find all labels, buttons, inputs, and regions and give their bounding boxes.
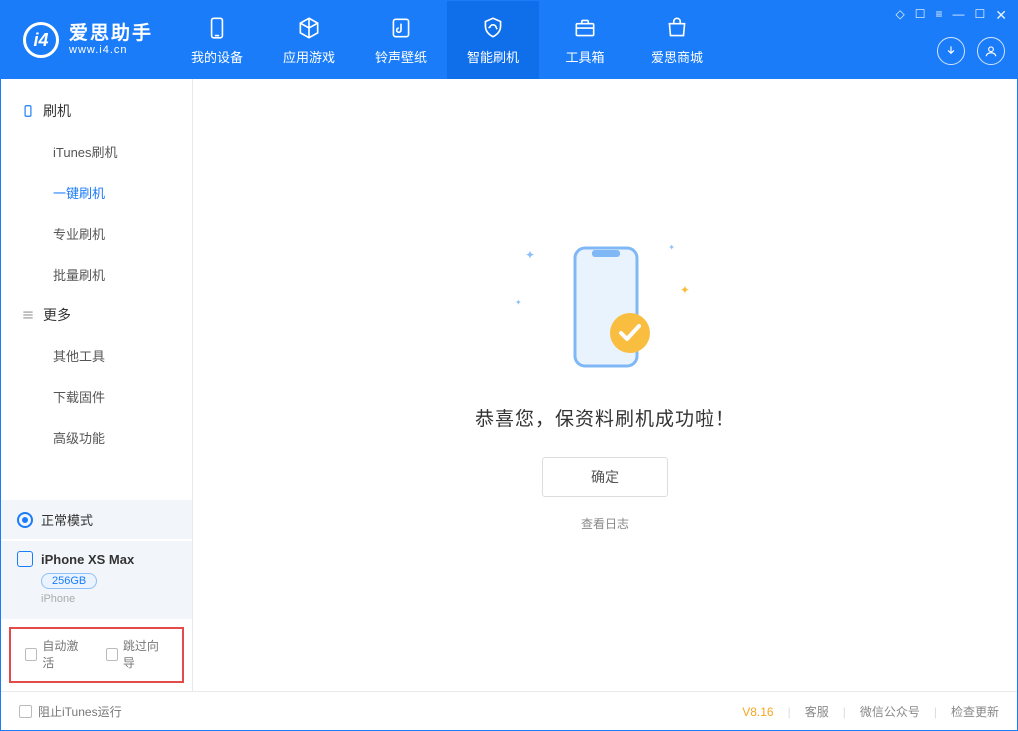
store-icon (664, 15, 690, 41)
tab-my-device-label: 我的设备 (191, 47, 243, 66)
sidebar-group-more-label: 更多 (43, 305, 71, 325)
user-button[interactable] (977, 37, 1005, 65)
result-title: 恭喜您，保资料刷机成功啦！ (475, 404, 735, 431)
tab-smart-flash-label: 智能刷机 (467, 47, 519, 66)
phone-outline-icon (21, 104, 35, 118)
checkbox-icon (19, 705, 32, 718)
sidebar-group-more[interactable]: 更多 (1, 295, 192, 335)
sidebar-item-advanced[interactable]: 高级功能 (1, 417, 192, 458)
logo: i4 爱思助手 www.i4.cn (1, 22, 171, 58)
app-name: 爱思助手 (69, 24, 153, 44)
checkbox-block-itunes[interactable]: 阻止iTunes运行 (19, 703, 122, 720)
download-button[interactable] (937, 37, 965, 65)
status-dot-icon (17, 512, 33, 528)
device-icon (17, 551, 33, 567)
sidebar-item-download-fw[interactable]: 下载固件 (1, 376, 192, 417)
close-button[interactable]: ✕ (995, 7, 1007, 24)
app-url: www.i4.cn (69, 44, 153, 56)
checkbox-icon (106, 648, 118, 661)
sidebar-item-itunes-flash[interactable]: iTunes刷机 (1, 131, 192, 172)
maximize-button[interactable]: ☐ (975, 7, 986, 24)
tab-my-device[interactable]: 我的设备 (171, 1, 263, 79)
shirt-icon[interactable]: ◇ (895, 7, 904, 24)
tab-ringtones-label: 铃声壁纸 (375, 47, 427, 66)
list-icon (21, 308, 35, 322)
toolbox-icon (572, 15, 598, 41)
tab-apps-games[interactable]: 应用游戏 (263, 1, 355, 79)
sidebar-item-other-tools[interactable]: 其他工具 (1, 335, 192, 376)
checkbox-skip-guide[interactable]: 跳过向导 (106, 637, 169, 671)
menu-icon[interactable]: ≡ (935, 7, 942, 24)
header: i4 爱思助手 www.i4.cn 我的设备 应用游戏 铃声壁纸 智能刷机 工具… (1, 1, 1017, 79)
device-mode[interactable]: 正常模式 (1, 500, 192, 539)
tab-toolbox-label: 工具箱 (566, 47, 605, 66)
minimize-button[interactable]: — (953, 7, 965, 24)
nav-tabs: 我的设备 应用游戏 铃声壁纸 智能刷机 工具箱 爱思商城 (171, 1, 723, 79)
feedback-icon[interactable]: ☐ (915, 7, 926, 24)
check-update-link[interactable]: 检查更新 (951, 703, 999, 720)
logo-icon: i4 (23, 22, 59, 58)
sidebar-group-flash[interactable]: 刷机 (1, 91, 192, 131)
device-capacity: 256GB (41, 573, 97, 589)
view-log-link[interactable]: 查看日志 (581, 517, 629, 531)
version-label: V8.16 (742, 705, 773, 719)
ok-button[interactable]: 确定 (542, 457, 668, 497)
sidebar-item-one-key-flash[interactable]: 一键刷机 (1, 172, 192, 213)
tab-store[interactable]: 爱思商城 (631, 1, 723, 79)
sidebar: 刷机 iTunes刷机 一键刷机 专业刷机 批量刷机 更多 其他工具 下载固件 … (1, 79, 193, 691)
wechat-link[interactable]: 微信公众号 (860, 703, 920, 720)
sidebar-group-flash-label: 刷机 (43, 101, 71, 121)
device-type: iPhone (41, 593, 176, 605)
footer: 阻止iTunes运行 V8.16 | 客服 | 微信公众号 | 检查更新 (1, 691, 1017, 731)
checkbox-skip-guide-label: 跳过向导 (123, 637, 168, 671)
cube-icon (296, 15, 322, 41)
device-mode-label: 正常模式 (41, 510, 93, 529)
main-content: ✦ ✦ ✦ ✦ 恭喜您，保资料刷机成功啦！ 确定 查看日志 (193, 79, 1017, 691)
refresh-shield-icon (480, 15, 506, 41)
sidebar-item-pro-flash[interactable]: 专业刷机 (1, 213, 192, 254)
checkbox-auto-activate[interactable]: 自动激活 (25, 637, 88, 671)
tab-smart-flash[interactable]: 智能刷机 (447, 1, 539, 79)
tab-apps-games-label: 应用游戏 (283, 47, 335, 66)
checkbox-block-itunes-label: 阻止iTunes运行 (38, 703, 122, 720)
sidebar-item-batch-flash[interactable]: 批量刷机 (1, 254, 192, 295)
phone-icon (204, 15, 230, 41)
success-illustration: ✦ ✦ ✦ ✦ (520, 238, 690, 378)
checkbox-auto-activate-label: 自动激活 (42, 637, 87, 671)
device-card[interactable]: iPhone XS Max 256GB iPhone (1, 541, 192, 619)
tab-store-label: 爱思商城 (651, 47, 703, 66)
support-link[interactable]: 客服 (805, 703, 829, 720)
window-controls: ◇ ☐ ≡ — ☐ ✕ (895, 7, 1007, 24)
checkbox-icon (25, 648, 37, 661)
music-icon (388, 15, 414, 41)
tab-toolbox[interactable]: 工具箱 (539, 1, 631, 79)
tab-ringtones[interactable]: 铃声壁纸 (355, 1, 447, 79)
device-name: iPhone XS Max (41, 552, 134, 567)
highlighted-options: 自动激活 跳过向导 (9, 627, 184, 683)
